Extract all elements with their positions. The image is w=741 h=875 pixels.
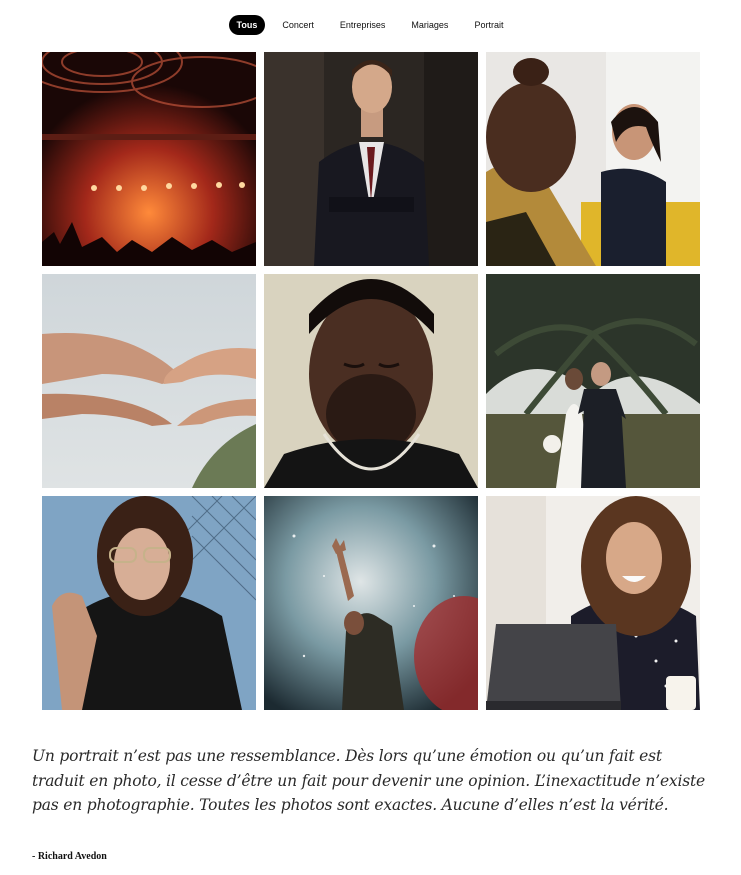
gallery-photo-concert-hand[interactable] [264, 496, 478, 710]
man-closed-eyes-image [264, 274, 478, 488]
quote-author: - Richard Avedon [32, 851, 107, 862]
gallery-photo-business-meeting[interactable] [486, 52, 700, 266]
photography-quote: Un portrait n’est pas une ressemblance. … [32, 747, 705, 814]
wedding-couple-image [486, 274, 700, 488]
gallery-photo-woman-glasses[interactable] [42, 496, 256, 710]
laughing-woman-image [486, 496, 700, 710]
business-meeting-image [486, 52, 700, 266]
gallery-photo-man-closed-eyes[interactable] [264, 274, 478, 488]
reaching-hands-image [42, 274, 256, 488]
woman-glasses-image [42, 496, 256, 710]
filter-mariages[interactable]: Mariages [402, 15, 457, 35]
filter-concert[interactable]: Concert [273, 15, 323, 35]
filter-portrait[interactable]: Portrait [465, 15, 512, 35]
gallery-photo-wedding-couple[interactable] [486, 274, 700, 488]
gallery-photo-reaching-hands[interactable] [42, 274, 256, 488]
gallery-filter-nav: Tous Concert Entreprises Mariages Portra… [0, 15, 741, 35]
photo-gallery [42, 52, 700, 710]
gallery-photo-concert-stage[interactable] [42, 52, 256, 266]
concert-hand-image [264, 496, 478, 710]
gallery-photo-man-suit[interactable] [264, 52, 478, 266]
gallery-photo-laughing-woman[interactable] [486, 496, 700, 710]
concert-stage-image [42, 52, 256, 266]
filter-entreprises[interactable]: Entreprises [331, 15, 395, 35]
filter-tous[interactable]: Tous [228, 15, 266, 35]
man-suit-image [264, 52, 478, 266]
